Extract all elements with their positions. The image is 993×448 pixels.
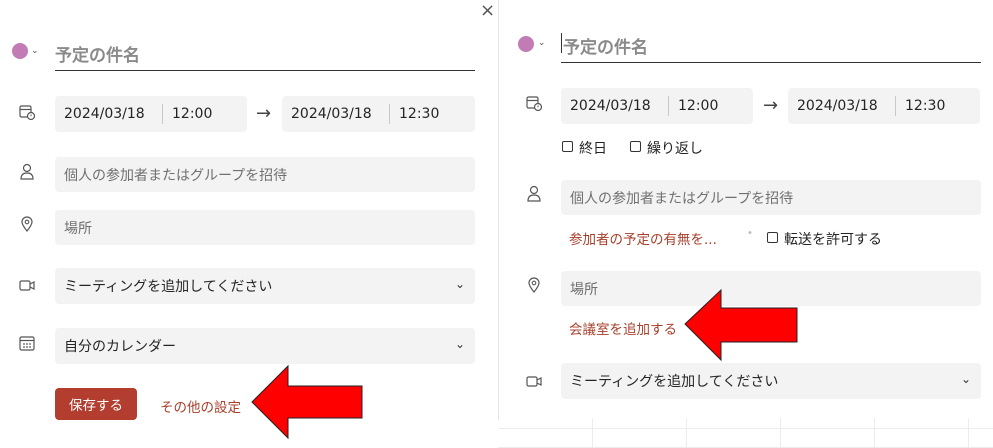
end-time[interactable]: 12:30 [905, 98, 945, 114]
separator [389, 104, 390, 124]
event-title-input[interactable]: 予定の件名 [563, 33, 648, 58]
close-icon[interactable]: × [480, 0, 495, 21]
location-placeholder: 場所 [64, 220, 92, 237]
chevron-down-icon[interactable]: ⌄ [538, 38, 546, 48]
attendee-availability-link[interactable]: 参加者の予定の有無を... [569, 228, 717, 248]
calendar-select[interactable]: 自分のカレンダー ⌄ [55, 328, 475, 364]
meeting-select-value: ミーティングを追加してください [64, 279, 273, 295]
start-datetime-field[interactable]: 2024/03/18 12:00 [55, 96, 247, 132]
end-datetime-field[interactable]: 2024/03/18 12:30 [282, 96, 475, 132]
end-date[interactable]: 2024/03/18 [291, 106, 372, 122]
person-icon [527, 185, 541, 202]
calendar-select-value: 自分のカレンダー [64, 339, 176, 355]
event-color-dot[interactable] [518, 36, 534, 52]
chevron-down-icon: ⌄ [455, 277, 466, 291]
chevron-down-icon: ⌄ [455, 337, 466, 351]
location-input[interactable]: 場所 [55, 210, 475, 245]
range-arrow: → [763, 95, 779, 116]
separator [895, 96, 896, 116]
grid-line [968, 418, 969, 448]
start-date[interactable]: 2024/03/18 [64, 106, 145, 122]
title-underline [55, 70, 475, 71]
annotation-arrow-left [684, 288, 798, 362]
location-pin-icon [21, 216, 33, 232]
annotation-arrow-left [251, 364, 363, 440]
calendar-icon [19, 336, 35, 351]
save-button[interactable]: 保存する [55, 388, 137, 420]
all-day-label: 終日 [579, 141, 607, 157]
allow-forward-label: 転送を許可する [784, 232, 882, 248]
grid-line [686, 418, 687, 448]
event-title-input[interactable]: 予定の件名 [55, 41, 140, 66]
add-room-link[interactable]: 会議室を追加する [569, 318, 677, 338]
attendees-input[interactable]: 個人の参加者またはグループを招待 [561, 180, 981, 215]
start-datetime-field[interactable]: 2024/03/18 12:00 [561, 88, 753, 124]
all-day-checkbox[interactable] [562, 141, 573, 152]
meeting-select[interactable]: ミーティングを追加してください ⌄ [55, 268, 475, 304]
video-camera-icon [526, 376, 542, 387]
repeat-checkbox[interactable] [630, 141, 641, 152]
allow-forward-checkbox[interactable] [767, 232, 778, 243]
location-pin-icon [528, 277, 540, 293]
dot-separator: • [747, 228, 753, 239]
more-settings-link[interactable]: その他の設定 [160, 396, 241, 416]
left-event-form: × ⌄ 予定の件名 2024/03/18 12:00 → 2024/03/18 … [0, 0, 498, 448]
attendees-input[interactable]: 個人の参加者またはグループを招待 [55, 157, 475, 192]
start-date[interactable]: 2024/03/18 [570, 98, 651, 114]
attendees-placeholder: 個人の参加者またはグループを招待 [570, 190, 794, 207]
separator [668, 96, 669, 116]
chevron-down-icon[interactable]: ⌄ [31, 46, 39, 56]
location-placeholder: 場所 [570, 281, 598, 298]
event-color-dot[interactable] [12, 43, 28, 59]
end-datetime-field[interactable]: 2024/03/18 12:30 [788, 88, 980, 124]
grid-line [592, 418, 593, 448]
grid-line [874, 418, 875, 448]
range-arrow: → [256, 103, 272, 124]
attendees-placeholder: 個人の参加者またはグループを招待 [64, 167, 288, 184]
start-time[interactable]: 12:00 [678, 98, 718, 114]
calendar-clock-icon [526, 96, 543, 112]
chevron-down-icon: ⌄ [961, 372, 972, 386]
title-underline [561, 62, 981, 63]
separator [162, 104, 163, 124]
repeat-label: 繰り返し [647, 141, 703, 157]
text-cursor [561, 33, 562, 53]
end-time[interactable]: 12:30 [399, 106, 439, 122]
meeting-select[interactable]: ミーティングを追加してください ⌄ [561, 363, 981, 399]
meeting-select-value: ミーティングを追加してください [570, 374, 779, 390]
grid-line [780, 418, 781, 448]
right-event-form: ⌄ 予定の件名 2024/03/18 12:00 → 2024/03/18 12… [499, 0, 993, 418]
person-icon [20, 163, 34, 180]
video-camera-icon [19, 280, 35, 291]
calendar-clock-icon [19, 105, 36, 121]
end-date[interactable]: 2024/03/18 [797, 98, 878, 114]
grid-line [499, 428, 993, 429]
start-time[interactable]: 12:00 [172, 106, 212, 122]
